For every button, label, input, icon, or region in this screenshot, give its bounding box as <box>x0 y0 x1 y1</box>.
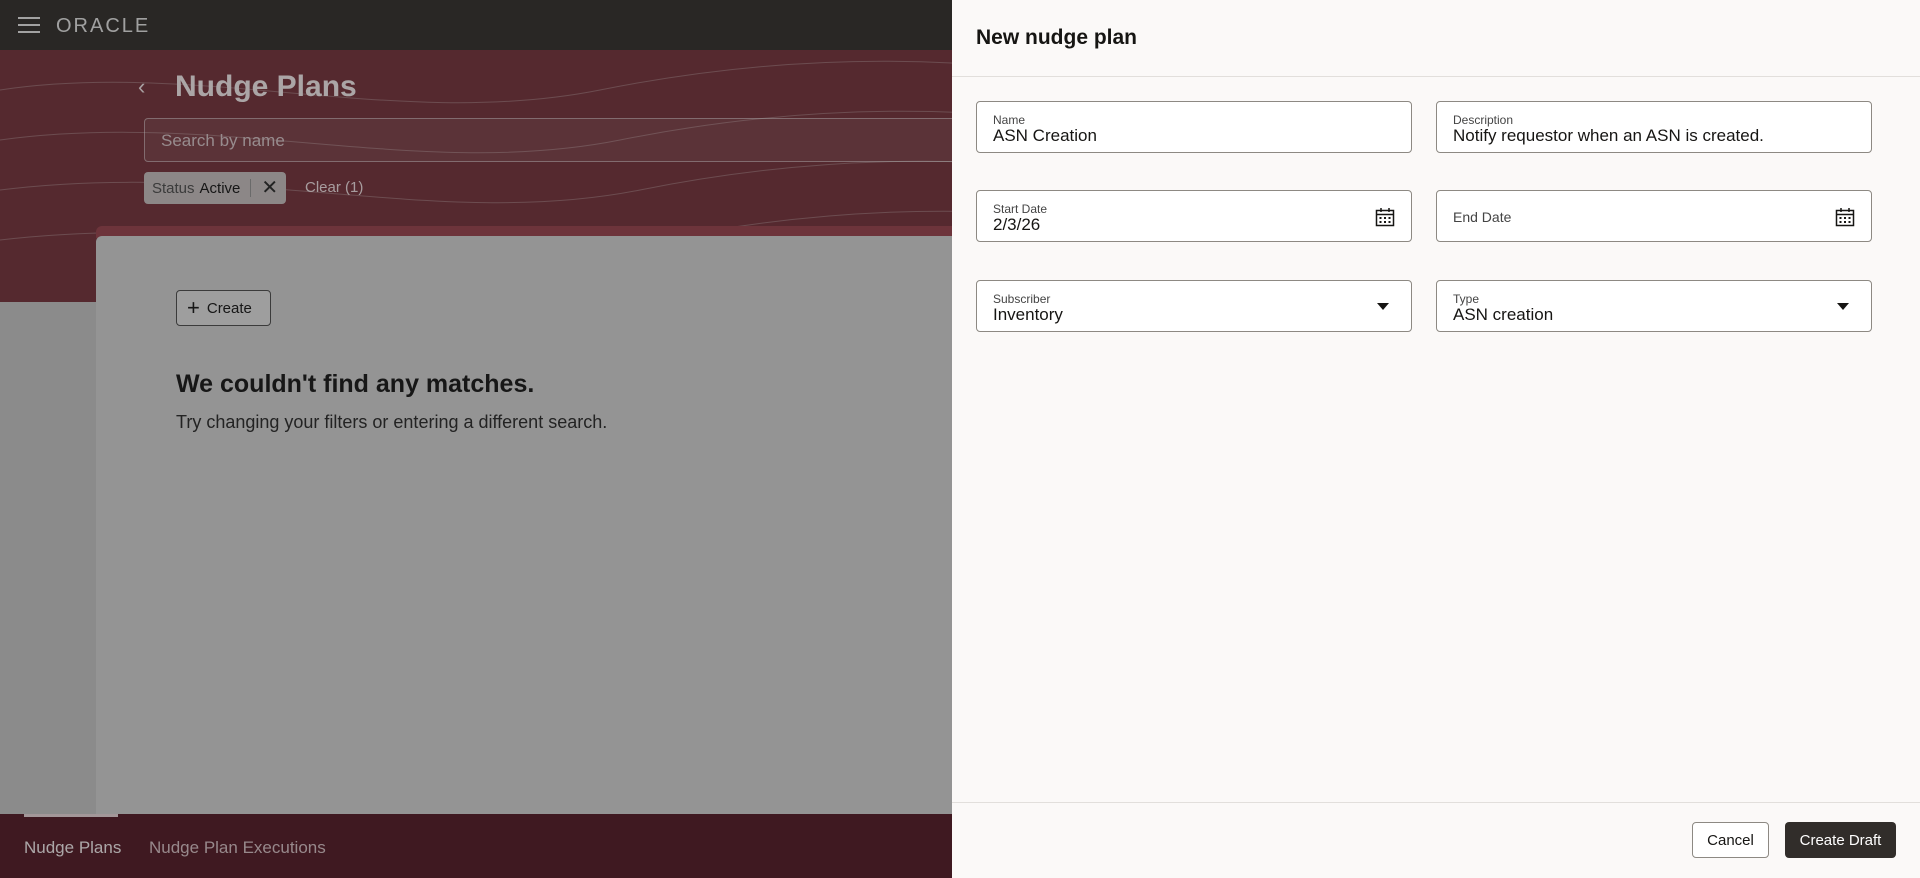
start-date-field[interactable]: Start Date 2/3/26 <box>976 190 1412 242</box>
drawer-header: New nudge plan <box>952 0 1920 77</box>
description-field[interactable]: Description Notify requestor when an ASN… <box>1436 101 1872 153</box>
type-value: ASN creation <box>1453 305 1554 324</box>
name-label: Name <box>993 113 1026 127</box>
start-date-label: Start Date <box>993 202 1048 216</box>
subscriber-select[interactable]: Subscriber Inventory <box>976 280 1412 332</box>
new-nudge-plan-drawer: New nudge plan Name ASN Creation Descrip… <box>952 0 1920 878</box>
start-date-value: 2/3/26 <box>993 215 1041 234</box>
description-value: Notify requestor when an ASN is created. <box>1453 126 1764 145</box>
chevron-down-icon[interactable] <box>1837 303 1849 310</box>
cancel-button[interactable]: Cancel <box>1692 822 1769 858</box>
type-label: Type <box>1453 292 1480 306</box>
end-date-label: End Date <box>1453 209 1512 225</box>
create-draft-button[interactable]: Create Draft <box>1785 822 1896 858</box>
name-value: ASN Creation <box>993 126 1097 145</box>
description-label: Description <box>1453 113 1514 127</box>
drawer-title: New nudge plan <box>976 26 1138 49</box>
subscriber-value: Inventory <box>993 305 1063 324</box>
subscriber-label: Subscriber <box>993 292 1051 306</box>
chevron-down-icon[interactable] <box>1377 303 1389 310</box>
end-date-field[interactable]: End Date <box>1436 190 1872 242</box>
drawer-footer <box>952 802 1920 878</box>
type-select[interactable]: Type ASN creation <box>1436 280 1872 332</box>
calendar-icon[interactable] <box>1375 207 1395 227</box>
name-field[interactable]: Name ASN Creation <box>976 101 1412 153</box>
calendar-icon[interactable] <box>1835 207 1855 227</box>
